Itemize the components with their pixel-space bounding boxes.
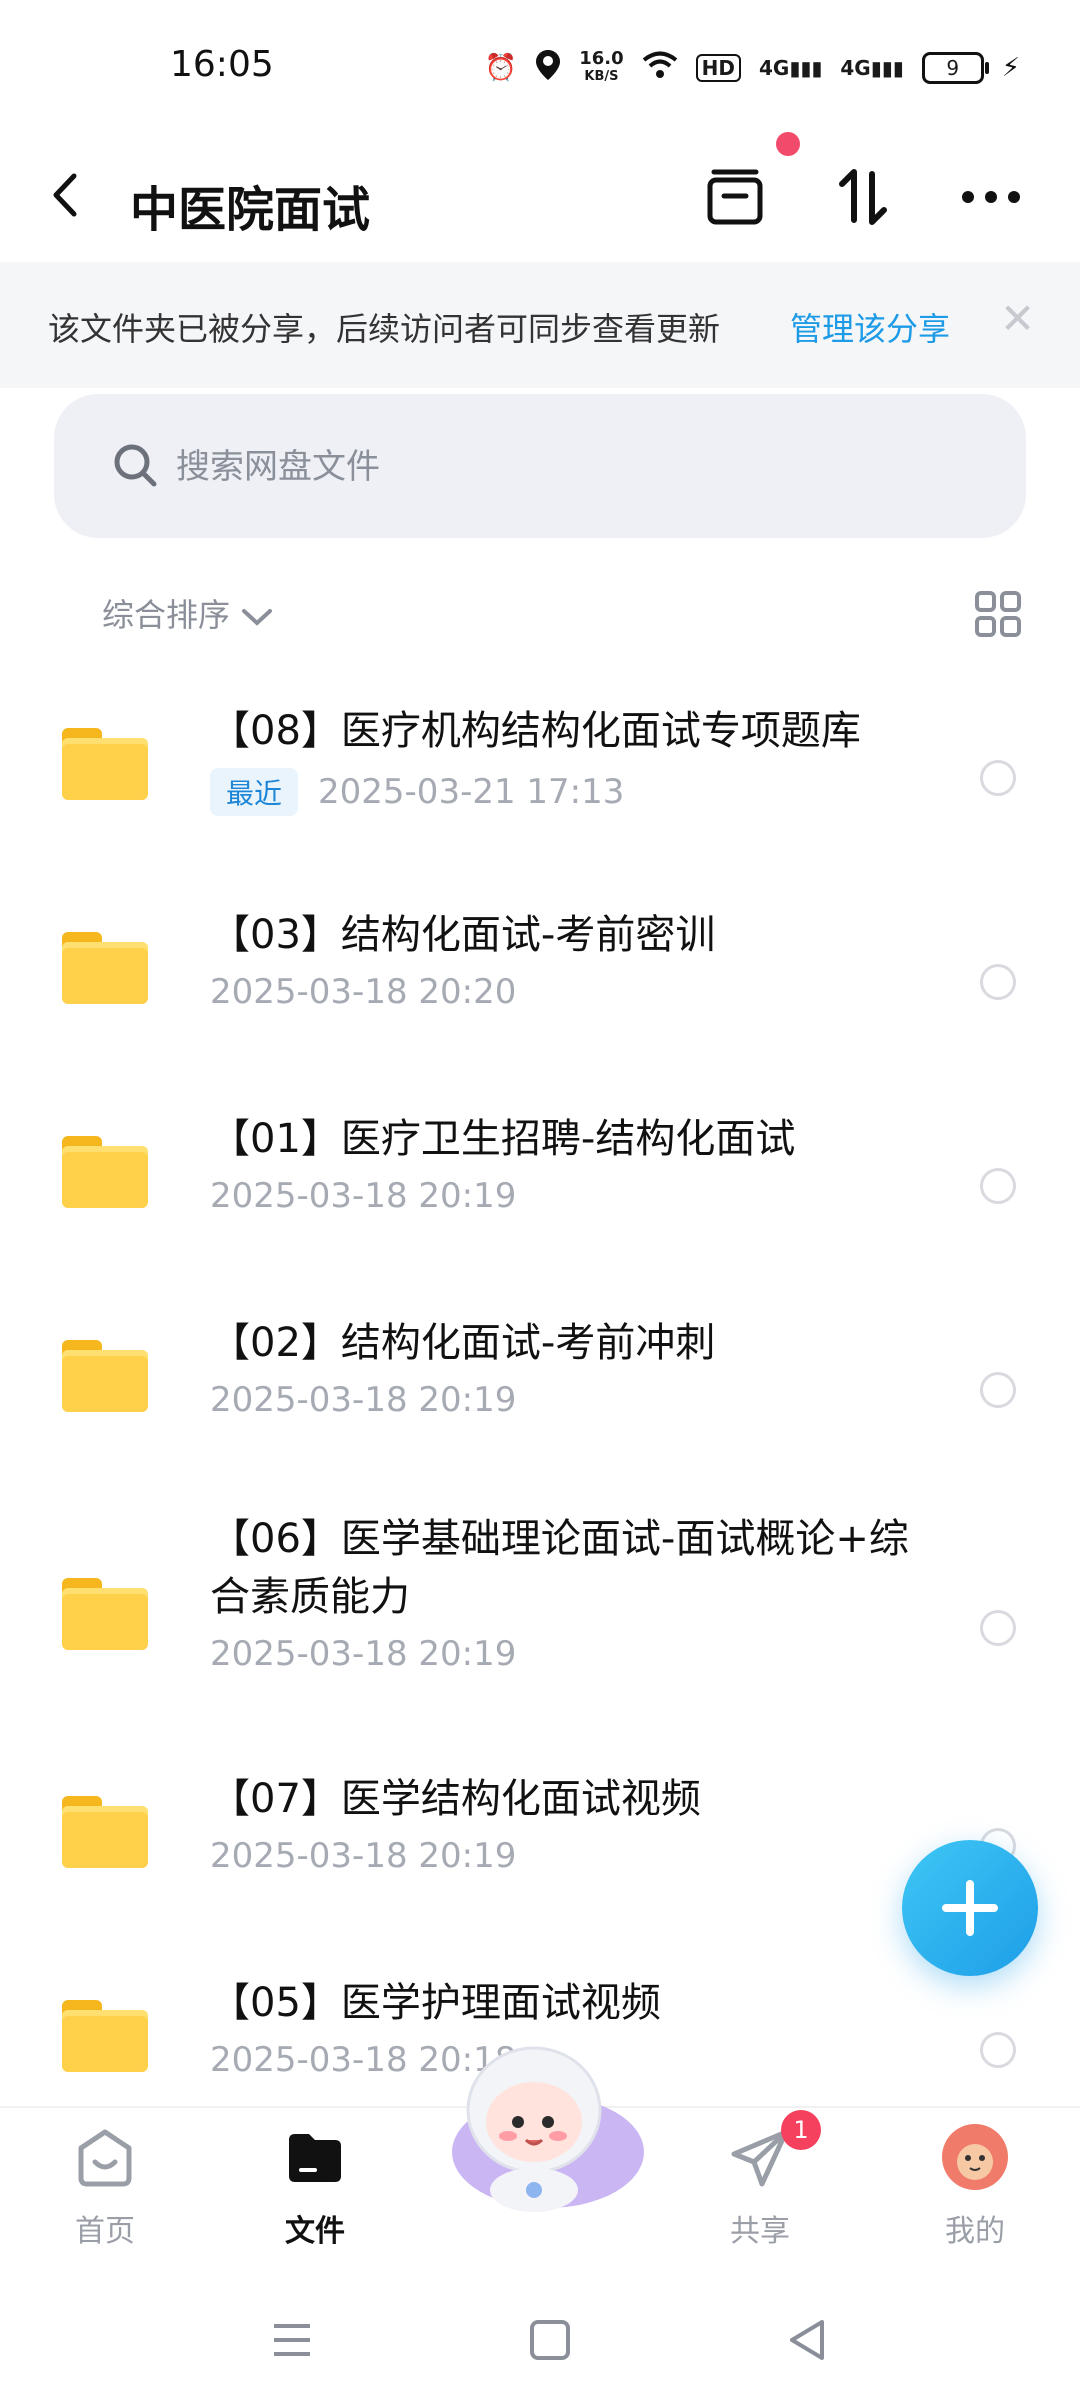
status-icons: ⏰ 16.0 KB/S HD 4G▮▮▮ 4G▮▮▮ 9 ⚡ <box>485 44 1020 92</box>
battery-icon: 9 <box>921 52 989 84</box>
title-bar: 中医院面试 <box>0 140 1080 260</box>
file-name: 【06】医学基础理论面试-面试概论+综合素质能力 <box>210 1516 909 1620</box>
status-time: 16:05 <box>170 44 274 85</box>
search-bar[interactable] <box>54 394 1026 538</box>
more-button[interactable] <box>956 162 1026 232</box>
file-list-item[interactable]: 【08】医疗机构结构化面试专项题库 最近 2025-03-21 17:13 <box>0 690 1080 860</box>
file-meta: 2025-03-18 20:19 <box>210 1380 516 1420</box>
sort-dropdown[interactable]: 综合排序 <box>102 590 274 636</box>
tab-home[interactable]: 首页 <box>30 2108 180 2268</box>
select-checkbox[interactable] <box>980 2032 1016 2068</box>
back-button[interactable] <box>50 170 90 230</box>
signal-icon-2: 4G▮▮▮ <box>840 56 904 80</box>
file-list-item[interactable]: 【06】医学基础理论面试-面试概论+综合素质能力 2025-03-18 20:1… <box>0 1510 1080 1720</box>
home-square-icon[interactable] <box>520 2310 580 2370</box>
file-date: 2025-03-18 20:20 <box>210 972 517 1012</box>
file-meta: 2025-03-18 20:19 <box>210 1836 516 1876</box>
select-checkbox[interactable] <box>980 760 1016 796</box>
select-checkbox[interactable] <box>980 964 1016 1000</box>
close-icon[interactable]: ✕ <box>1000 294 1035 343</box>
tab-home-label: 首页 <box>75 2214 135 2249</box>
alarm-icon: ⏰ <box>484 53 518 83</box>
folder-icon <box>62 1340 148 1412</box>
file-list-item[interactable]: 【03】结构化面试-考前密训 2025-03-18 20:20 <box>0 894 1080 1064</box>
search-icon <box>114 444 157 487</box>
chevron-down-icon <box>242 609 273 626</box>
file-list-item[interactable]: 【01】医疗卫生招聘-结构化面试 2025-03-18 20:19 <box>0 1098 1080 1268</box>
signal-1-label: 4G <box>758 56 790 80</box>
mascot-button[interactable] <box>430 2040 650 2220</box>
share-banner-text: 该文件夹已被分享，后续访问者可同步查看更新 <box>48 310 721 348</box>
tab-me[interactable]: 我的 <box>900 2108 1050 2268</box>
avatar <box>942 2124 1008 2190</box>
folder-icon <box>62 1578 148 1650</box>
sort-row: 综合排序 <box>0 590 1080 650</box>
folder-icon <box>62 932 148 1004</box>
select-checkbox[interactable] <box>980 1168 1016 1204</box>
file-name: 【01】医疗卫生招聘-结构化面试 <box>210 1116 796 1162</box>
sort-arrows-icon <box>839 169 887 225</box>
search-input[interactable] <box>174 428 958 506</box>
file-meta: 最近 2025-03-21 17:13 <box>210 768 624 816</box>
tab-files-label: 文件 <box>285 2214 345 2249</box>
net-speed: 16.0 KB/S <box>579 50 623 86</box>
inbox-icon <box>707 169 763 225</box>
tab-files[interactable]: 文件 <box>240 2108 390 2268</box>
file-date: 2025-03-21 17:13 <box>318 772 625 812</box>
more-icon <box>962 191 1020 203</box>
sort-button[interactable] <box>828 162 898 232</box>
share-banner: 该文件夹已被分享，后续访问者可同步查看更新 管理该分享 ✕ <box>0 262 1080 388</box>
file-list-item[interactable]: 【02】结构化面试-考前冲刺 2025-03-18 20:19 <box>0 1302 1080 1472</box>
file-name: 【08】医疗机构结构化面试专项题库 <box>210 708 861 754</box>
file-meta: 2025-03-18 20:19 <box>210 1634 516 1674</box>
file-name: 【07】医学结构化面试视频 <box>210 1776 701 1822</box>
file-name: 【05】医学护理面试视频 <box>210 1980 661 2026</box>
page-title: 中医院面试 <box>130 182 371 238</box>
folder-icon <box>62 2000 148 2072</box>
net-speed-unit: KB/S <box>584 69 619 84</box>
location-icon <box>535 49 561 88</box>
mascot-icon <box>452 2046 644 2212</box>
select-checkbox[interactable] <box>980 1610 1016 1646</box>
select-checkbox[interactable] <box>980 1372 1016 1408</box>
file-name: 【03】结构化面试-考前密训 <box>210 912 716 958</box>
folder-icon <box>62 1136 148 1208</box>
file-meta: 2025-03-18 20:20 <box>210 972 516 1012</box>
charging-icon: ⚡ <box>1001 53 1020 83</box>
signal-2-label: 4G <box>840 56 871 80</box>
home-icon <box>78 2129 132 2187</box>
share-badge: 1 <box>781 2110 821 2150</box>
manage-share-link[interactable]: 管理该分享 <box>790 304 950 350</box>
folder-filled-icon <box>289 2134 341 2182</box>
tab-share[interactable]: 1 共享 <box>685 2108 835 2268</box>
file-date: 2025-03-18 20:19 <box>210 1634 517 1674</box>
file-name: 【02】结构化面试-考前冲刺 <box>210 1320 716 1366</box>
signal-icon-1: 4G▮▮▮ <box>758 56 823 80</box>
add-button[interactable] <box>902 1840 1038 1976</box>
file-date: 2025-03-18 20:19 <box>210 1176 517 1216</box>
grid-view-icon[interactable] <box>974 590 1022 638</box>
file-date: 2025-03-18 20:19 <box>210 1836 517 1876</box>
tab-share-label: 共享 <box>730 2214 790 2249</box>
folder-icon <box>62 1796 148 1868</box>
wifi-icon <box>642 51 678 86</box>
notification-dot <box>776 132 800 156</box>
sort-label: 综合排序 <box>102 596 231 634</box>
folder-icon <box>62 728 148 800</box>
file-meta: 2025-03-18 20:19 <box>210 1176 516 1216</box>
transfer-list-button[interactable] <box>700 162 770 232</box>
menu-icon[interactable] <box>262 2310 322 2370</box>
chevron-left-icon <box>53 173 77 217</box>
hd-icon: HD <box>695 54 741 82</box>
net-speed-value: 16.0 <box>579 48 624 69</box>
back-triangle-icon[interactable] <box>778 2310 838 2370</box>
file-date: 2025-03-18 20:19 <box>210 1380 517 1420</box>
status-bar: 16:05 ⏰ 16.0 KB/S HD 4G▮▮▮ 4G▮▮▮ 9 ⚡ <box>0 0 1080 140</box>
system-nav <box>0 2290 1080 2400</box>
tab-me-label: 我的 <box>945 2214 1005 2249</box>
recent-tag: 最近 <box>210 768 299 816</box>
